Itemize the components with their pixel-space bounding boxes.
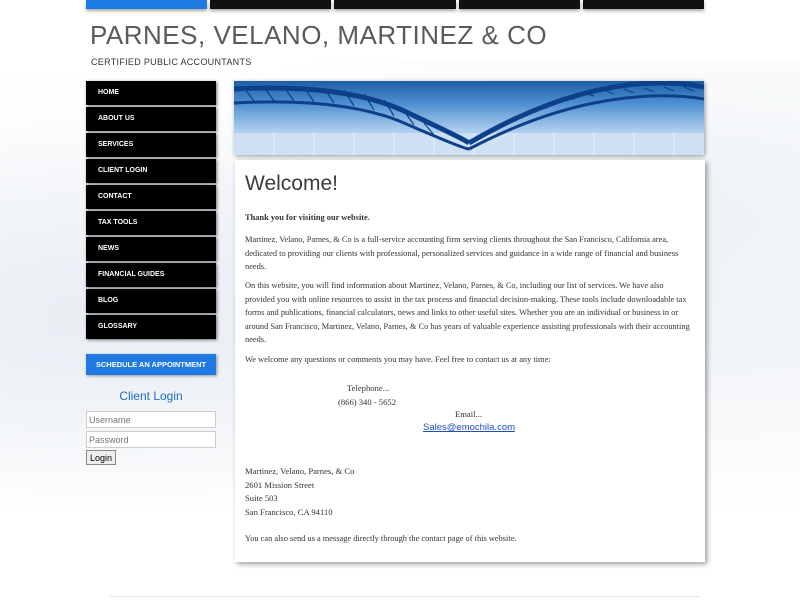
paragraph-about-firm: Martinez, Velano, Parnes, & Co is a full…: [245, 235, 679, 272]
closing-text: You can also send us a message directly …: [245, 534, 517, 543]
nav-item-contact[interactable]: CONTACT: [86, 185, 216, 209]
nav-item-services[interactable]: SERVICES: [86, 133, 216, 157]
top-tab[interactable]: [334, 0, 456, 9]
nav-item-news[interactable]: NEWS: [86, 237, 216, 261]
top-tab[interactable]: [86, 0, 208, 9]
paragraph-contact-invite: We welcome any questions or comments you…: [245, 355, 551, 364]
top-tab[interactable]: [582, 0, 705, 9]
nav-item-financial-guides[interactable]: FINANCIAL GUIDES: [86, 263, 216, 287]
schedule-appointment-button[interactable]: SCHEDULE AN APPOINTMENT: [86, 354, 216, 375]
password-input[interactable]: [86, 431, 216, 448]
client-login-title: Client Login: [119, 389, 183, 403]
address-line: Martinez, Velano, Parnes, & Co: [245, 466, 355, 476]
footer-divider: [110, 596, 700, 597]
email-link[interactable]: Sales@emochila.com: [423, 422, 515, 433]
main-nav: HOME ABOUT US SERVICES CLIENT LOGIN CONT…: [86, 81, 216, 341]
email-label: Email...: [455, 409, 482, 419]
mailing-address: Martinez, Velano, Parnes, & Co 2601 Miss…: [245, 465, 354, 519]
telephone-number: (866) 340 - 5652: [338, 397, 396, 407]
telephone-label: Telephone...: [347, 383, 390, 393]
address-line: San Francisco, CA 94110: [245, 506, 333, 517]
address-line: 2601 Mission Street: [245, 479, 315, 490]
welcome-content-panel: Welcome! Thank you for visiting our webs…: [235, 160, 705, 562]
username-input[interactable]: [86, 411, 216, 428]
top-tab[interactable]: [458, 0, 580, 9]
intro-text: Thank you for visiting our website.: [245, 213, 370, 222]
top-nav-tabs: [86, 0, 705, 10]
welcome-heading: Welcome!: [245, 172, 338, 195]
bridge-banner-image: [234, 81, 704, 155]
address-line: Suite 503: [245, 493, 278, 504]
nav-item-client-login[interactable]: CLIENT LOGIN: [86, 159, 216, 183]
tagline: CERTIFIED PUBLIC ACCOUNTANTS: [91, 57, 252, 67]
nav-item-tax-tools[interactable]: TAX TOOLS: [86, 211, 216, 235]
firm-name: PARNES, VELANO, MARTINEZ & CO: [90, 20, 548, 50]
nav-item-about-us[interactable]: ABOUT US: [86, 107, 216, 131]
nav-item-blog[interactable]: BLOG: [86, 289, 216, 313]
paragraph-website-resources: On this website, you will find informati…: [245, 281, 690, 345]
nav-item-home[interactable]: HOME: [86, 81, 216, 105]
nav-item-glossary[interactable]: GLOSSARY: [86, 315, 216, 339]
top-tab[interactable]: [210, 0, 332, 9]
login-button[interactable]: Login: [86, 450, 117, 465]
